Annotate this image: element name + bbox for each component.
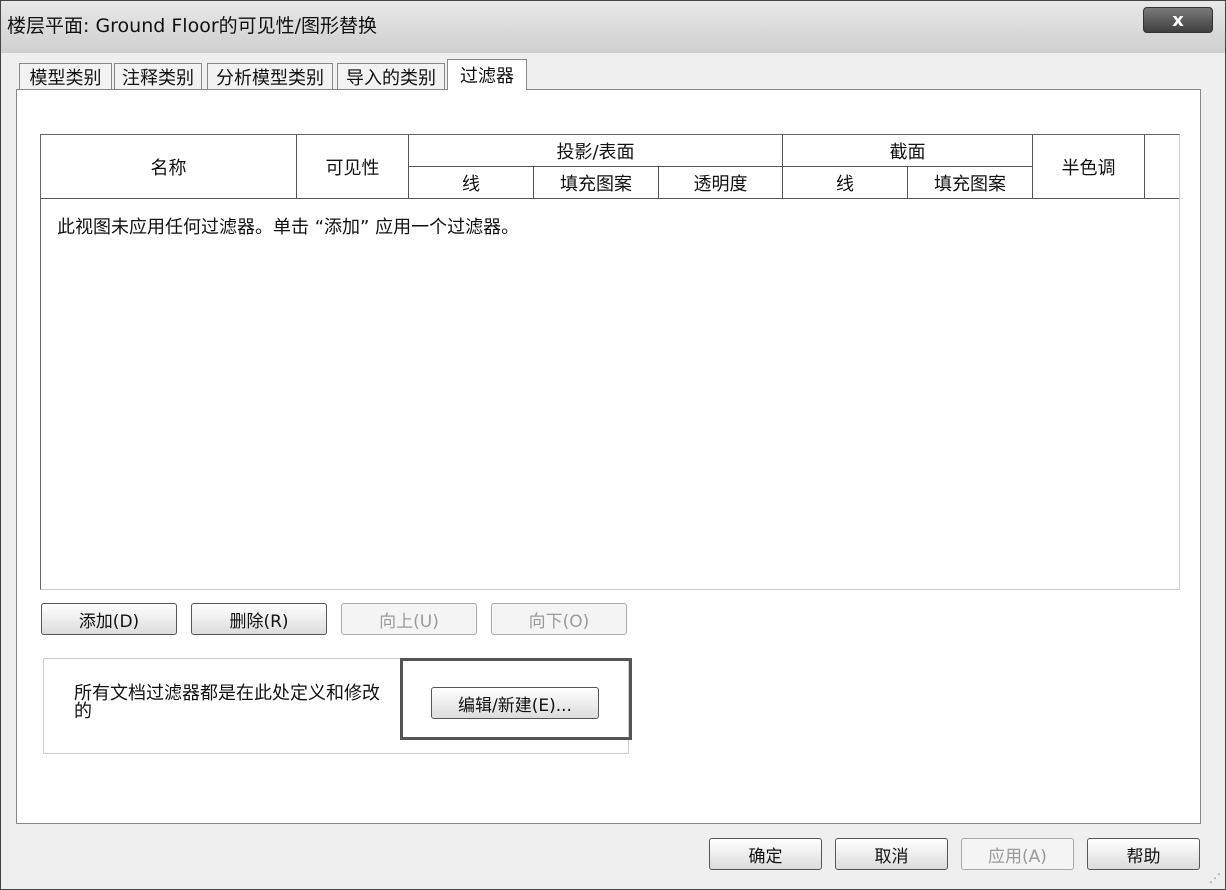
add-filter-button[interactable]: 添加(D)	[41, 603, 177, 635]
apply-button[interactable]: 应用(A)	[961, 838, 1074, 870]
tab-analytical-model-categories[interactable]: 分析模型类别	[207, 63, 333, 89]
resize-grip-icon[interactable]: ⋰	[1209, 871, 1221, 885]
header-name[interactable]: 名称	[41, 135, 297, 199]
tab-label: 模型类别	[29, 67, 102, 89]
filters-table: 名称 可见性 投影/表面 截面 半色调 线 填充图案 透明度 线 填充图案 此视…	[40, 134, 1180, 590]
header-cut-patterns[interactable]: 填充图案	[908, 167, 1033, 199]
dialog-title: 楼层平面: Ground Floor的可见性/图形替换	[7, 15, 378, 37]
tab-label: 分析模型类别	[216, 67, 324, 89]
tab-label: 过滤器	[460, 66, 514, 87]
header-cut-lines[interactable]: 线	[783, 167, 908, 199]
tab-imported-categories[interactable]: 导入的类别	[337, 63, 445, 89]
close-icon: x	[1172, 9, 1184, 31]
move-up-button[interactable]: 向上(U)	[341, 603, 477, 635]
move-down-button[interactable]: 向下(O)	[491, 603, 627, 635]
close-button[interactable]: x	[1143, 7, 1213, 33]
remove-filter-button[interactable]: 删除(R)	[191, 603, 327, 635]
tab-label: 注释类别	[122, 67, 194, 89]
tab-model-categories[interactable]: 模型类别	[19, 63, 112, 89]
edit-new-filter-button[interactable]: 编辑/新建(E)...	[431, 687, 599, 719]
tab-label: 导入的类别	[346, 67, 436, 89]
header-cut: 截面	[783, 135, 1033, 167]
header-visibility[interactable]: 可见性	[297, 135, 409, 199]
ok-button[interactable]: 确定	[709, 838, 822, 870]
header-projection-patterns[interactable]: 填充图案	[534, 167, 659, 199]
header-halftone[interactable]: 半色调	[1033, 135, 1145, 199]
header-projection-transparency[interactable]: 透明度	[659, 167, 783, 199]
empty-table-message: 此视图未应用任何过滤器。单击 “添加” 应用一个过滤器。	[57, 217, 520, 238]
title-bar: 楼层平面: Ground Floor的可见性/图形替换 x	[1, 1, 1225, 53]
visibility-graphics-dialog: 楼层平面: Ground Floor的可见性/图形替换 x 模型类别 注释类别 …	[0, 0, 1226, 890]
tab-filters[interactable]: 过滤器	[447, 59, 527, 90]
header-projection-lines[interactable]: 线	[409, 167, 534, 199]
header-projection-surface: 投影/表面	[409, 135, 783, 167]
filters-info-text: 所有文档过滤器都是在此处定义和修改的	[74, 683, 380, 722]
cancel-button[interactable]: 取消	[835, 838, 948, 870]
tab-annotation-categories[interactable]: 注释类别	[114, 63, 202, 89]
help-button[interactable]: 帮助	[1087, 838, 1200, 870]
header-filler	[1145, 135, 1179, 199]
